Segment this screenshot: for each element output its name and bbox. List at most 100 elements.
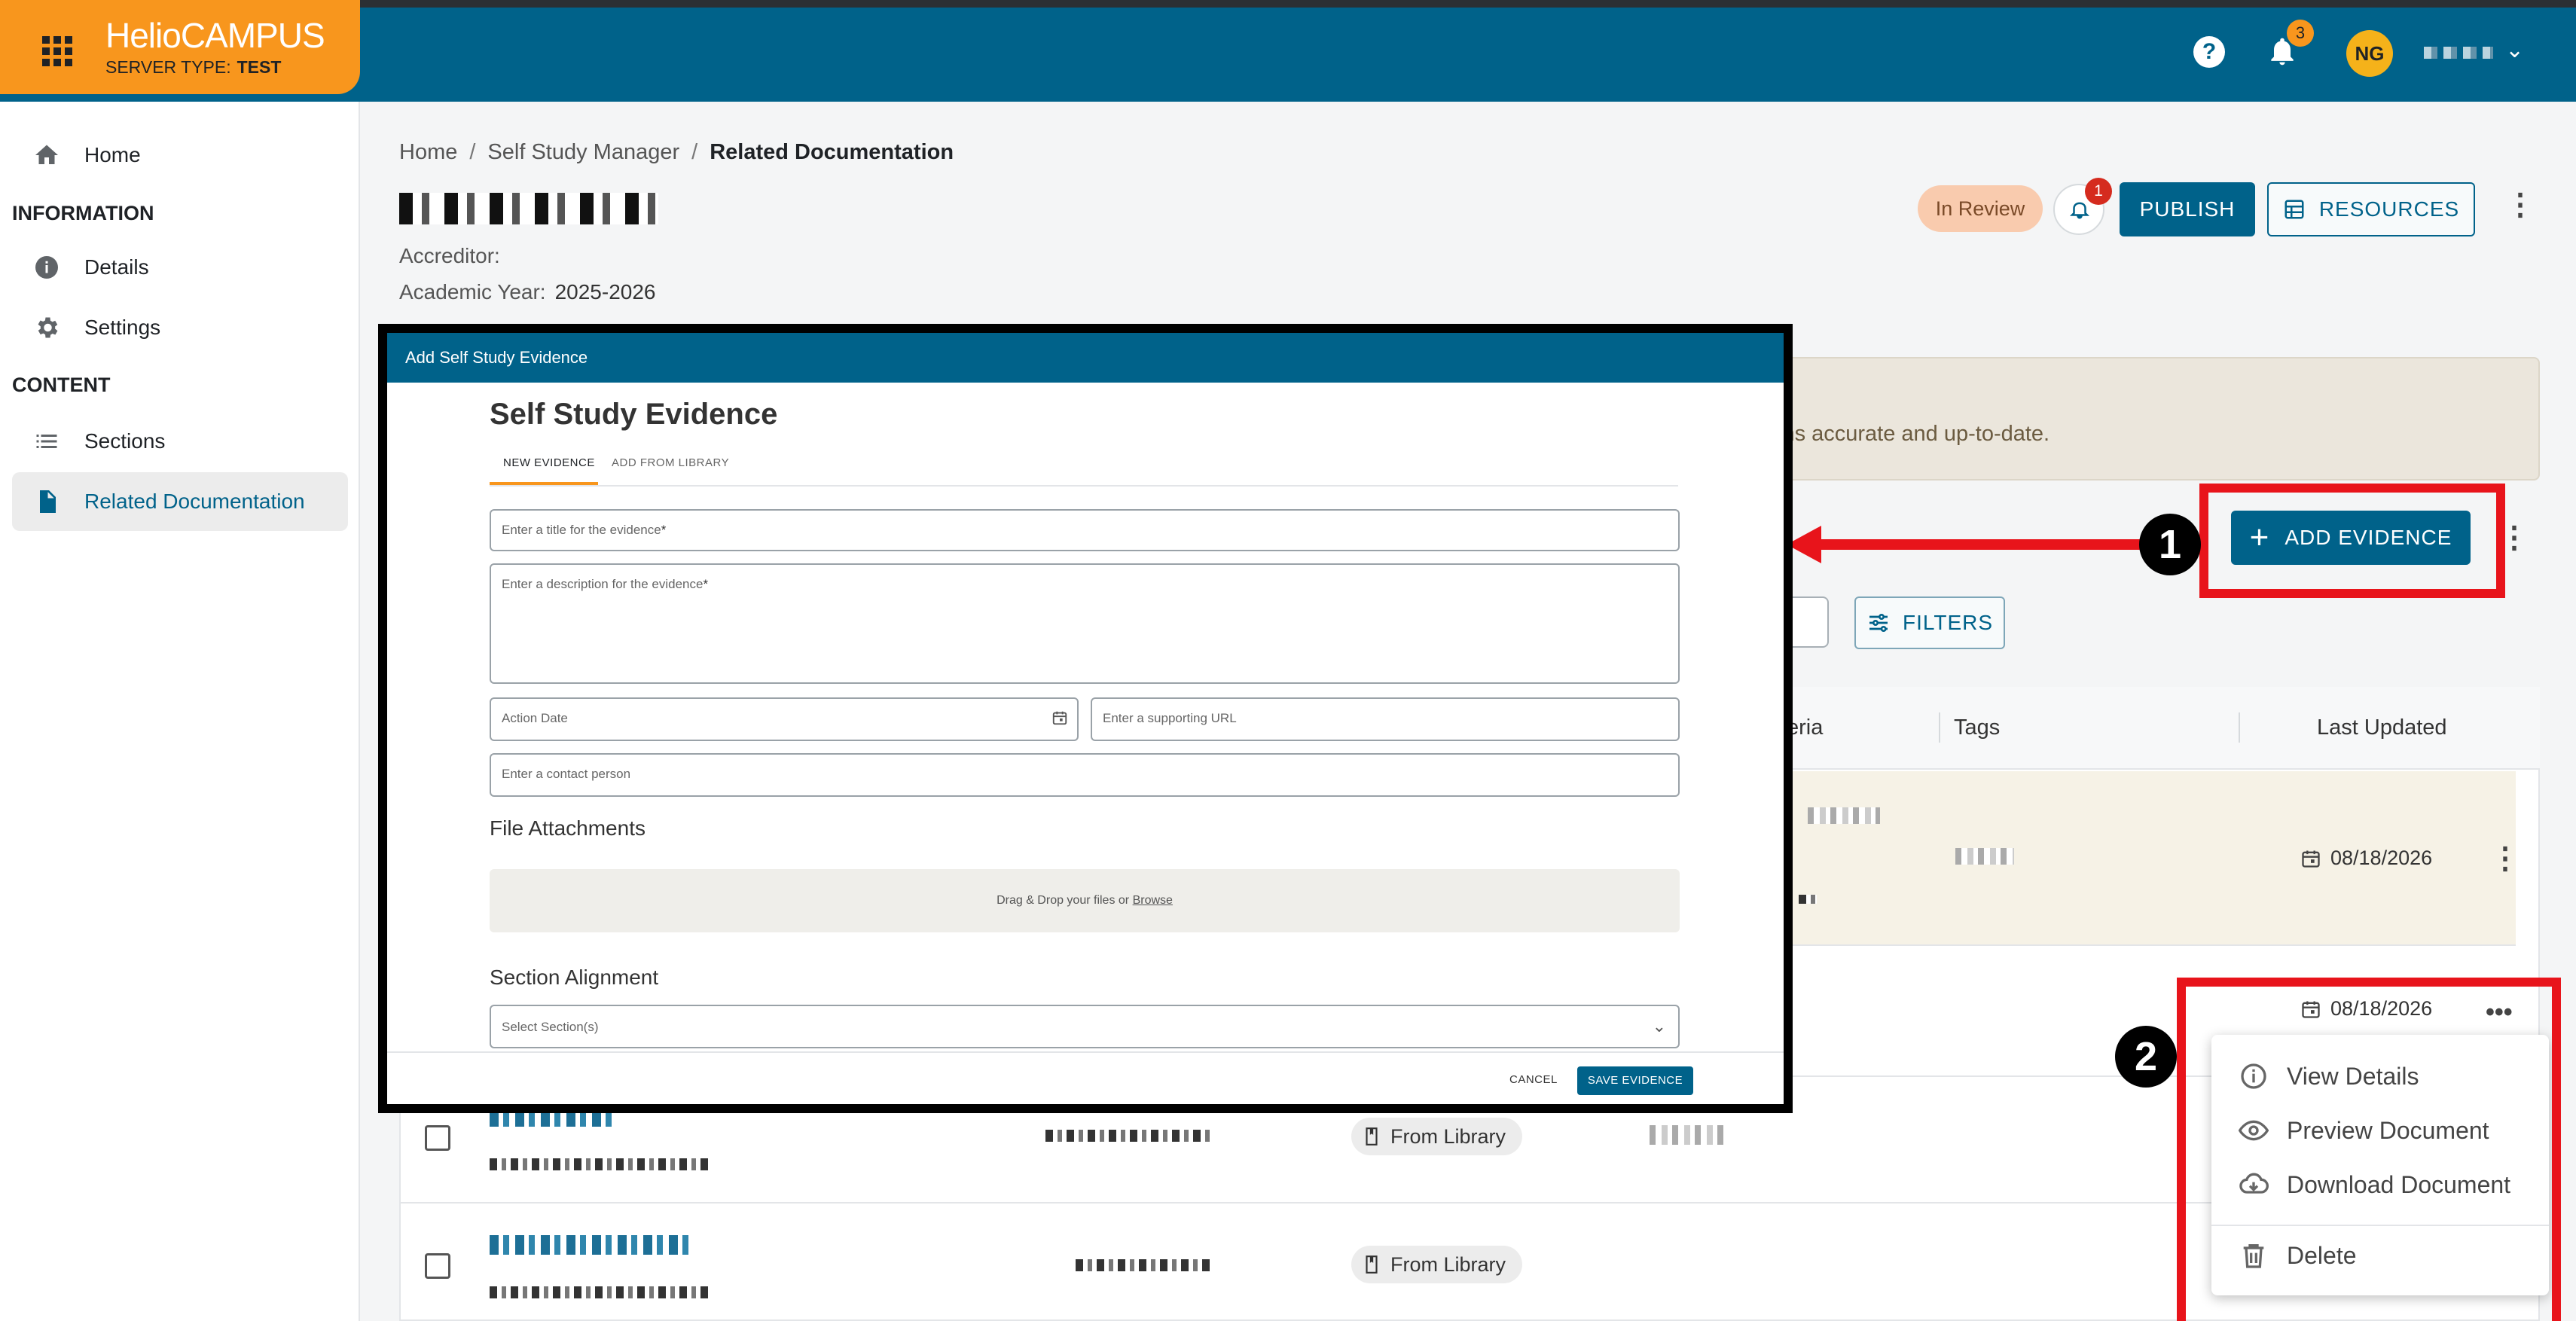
column-header-tags[interactable]: Tags (1954, 715, 2000, 740)
sidebar-item-label: Details (84, 255, 149, 279)
info-banner-text: ins accurate and up-to-date. (1778, 422, 2050, 446)
dialog-footer-divider (387, 1051, 1784, 1053)
server-type-value: TEST (237, 57, 282, 77)
document-title-redacted[interactable] (490, 1235, 693, 1255)
breadcrumb-home[interactable]: Home (399, 140, 457, 164)
resources-button[interactable]: RESOURCES (2267, 182, 2475, 236)
source-label: From Library (1390, 1124, 1506, 1148)
highlight-box-add-evidence (2199, 484, 2505, 598)
sidebar-item-label: Home (84, 143, 141, 166)
row-more-options-icon[interactable]: ⋮ (2490, 844, 2520, 874)
dialog-title: Self Study Evidence (490, 398, 778, 431)
bell-icon (2069, 202, 2090, 219)
file-dropzone[interactable]: Drag & Drop your files or Browse (490, 869, 1680, 932)
publish-button[interactable]: PUBLISH (2120, 182, 2255, 236)
resources-icon (2285, 200, 2304, 219)
column-divider (2239, 712, 2240, 743)
status-badge: In Review (1918, 185, 2043, 232)
source-pill: From Library (1351, 1118, 1523, 1155)
highlight-box-row-menu (2177, 978, 2561, 1321)
apps-grid-icon[interactable] (42, 36, 72, 66)
row-checkbox[interactable] (425, 1253, 450, 1279)
filters-label: FILTERS (1902, 611, 1994, 634)
column-divider (1939, 712, 1940, 743)
server-type-label: SERVER TYPE: TEST (105, 57, 282, 77)
sidebar-heading-information: INFORMATION (12, 202, 154, 224)
search-input[interactable] (1793, 596, 1829, 648)
notification-count-badge: 3 (2287, 20, 2314, 47)
filters-button[interactable]: FILTERS (1854, 596, 2005, 649)
step-marker-2: 2 (2115, 1026, 2177, 1088)
criteria-redacted (1650, 1125, 1725, 1145)
field-placeholder: Enter a supporting URL (1103, 711, 1237, 725)
field-placeholder: Action Date (502, 711, 568, 725)
accreditor-label: Accreditor: (399, 244, 500, 267)
last-updated-cell: 08/18/2026 (2300, 847, 2432, 870)
last-updated-date: 08/18/2026 (2330, 847, 2433, 869)
home-icon (32, 140, 62, 170)
sidebar-item-details[interactable]: Details (12, 238, 348, 297)
academic-year-value: 2025-2026 (554, 280, 656, 304)
document-subtitle-redacted (490, 1286, 708, 1298)
chevron-down-icon: ⌄ (1652, 1017, 1666, 1036)
cancel-button[interactable]: CANCEL (1509, 1073, 1558, 1086)
section-select[interactable]: Select Section(s) ⌄ (490, 1005, 1680, 1048)
help-icon[interactable]: ? (2193, 36, 2225, 68)
tags-redacted (1955, 848, 2014, 865)
contact-person-field[interactable]: Enter a contact person (490, 753, 1680, 797)
user-avatar[interactable]: NG (2346, 30, 2393, 77)
breadcrumb-self-study-manager[interactable]: Self Study Manager (487, 140, 679, 164)
breadcrumb-separator: / (469, 140, 476, 164)
list-icon (32, 426, 62, 456)
section-alignment-heading: Section Alignment (490, 966, 659, 989)
tab-add-from-library[interactable]: ADD FROM LIBRARY (612, 456, 729, 469)
academic-year-label: Academic Year: (399, 280, 546, 304)
page-more-options-icon[interactable]: ⋮ (2505, 190, 2535, 220)
review-count-badge: 1 (2085, 178, 2112, 205)
gear-icon (32, 313, 62, 343)
sidebar-item-label: Sections (84, 429, 166, 453)
section-redacted (1045, 1130, 1214, 1142)
select-placeholder: Select Section(s) (502, 1020, 599, 1034)
browse-link[interactable]: Browse (1133, 894, 1173, 907)
info-icon (32, 252, 62, 282)
field-placeholder: Enter a description for the evidence (502, 577, 704, 591)
academic-year-row: Academic Year: 2025-2026 (399, 280, 655, 304)
field-placeholder: Enter a contact person (502, 767, 631, 781)
evidence-description-field[interactable]: Enter a description for the evidence* (490, 563, 1680, 684)
criteria-redacted (1799, 895, 1817, 904)
accreditor-row: Accreditor: (399, 244, 500, 268)
save-evidence-button[interactable]: SAVE EVIDENCE (1577, 1066, 1693, 1095)
sidebar-item-settings[interactable]: Settings (12, 298, 348, 357)
heliocampus-logo[interactable]: HelioCAMPUS (105, 15, 325, 56)
action-date-field[interactable]: Action Date (490, 697, 1079, 741)
filter-sliders-icon (1869, 614, 1888, 632)
section-redacted (1076, 1259, 1214, 1271)
dropzone-text: Drag & Drop your files or (997, 894, 1130, 907)
criteria-redacted (1808, 807, 1880, 824)
column-header-last-updated[interactable]: Last Updated (2317, 715, 2447, 740)
book-icon (1366, 1127, 1378, 1146)
file-attachments-heading: File Attachments (490, 816, 646, 840)
active-tab-indicator (490, 482, 598, 485)
field-placeholder: Enter a title for the evidence (502, 523, 661, 537)
row-checkbox[interactable] (425, 1125, 450, 1151)
chevron-down-icon[interactable]: ⌄ (2505, 39, 2528, 62)
user-name-redacted[interactable] (2424, 47, 2493, 59)
book-icon (1366, 1255, 1378, 1274)
info-banner (1778, 357, 2540, 481)
breadcrumb: Home / Self Study Manager / Related Document… (399, 140, 954, 165)
sidebar-heading-content: CONTENT (12, 374, 111, 396)
tab-new-evidence[interactable]: NEW EVIDENCE (503, 456, 595, 469)
sidebar-item-label: Related Documentation (84, 490, 305, 513)
calendar-icon[interactable] (1051, 709, 1068, 726)
source-pill: From Library (1351, 1246, 1523, 1283)
sidebar-item-related-documentation[interactable]: Related Documentation (12, 472, 348, 531)
page-title-redacted (399, 193, 658, 224)
sidebar-item-sections[interactable]: Sections (12, 412, 348, 471)
evidence-title-field[interactable]: Enter a title for the evidence* (490, 509, 1680, 551)
sidebar-item-home[interactable]: Home (12, 126, 348, 185)
document-icon (32, 487, 62, 517)
supporting-url-field[interactable]: Enter a supporting URL (1091, 697, 1680, 741)
source-label: From Library (1390, 1252, 1506, 1276)
